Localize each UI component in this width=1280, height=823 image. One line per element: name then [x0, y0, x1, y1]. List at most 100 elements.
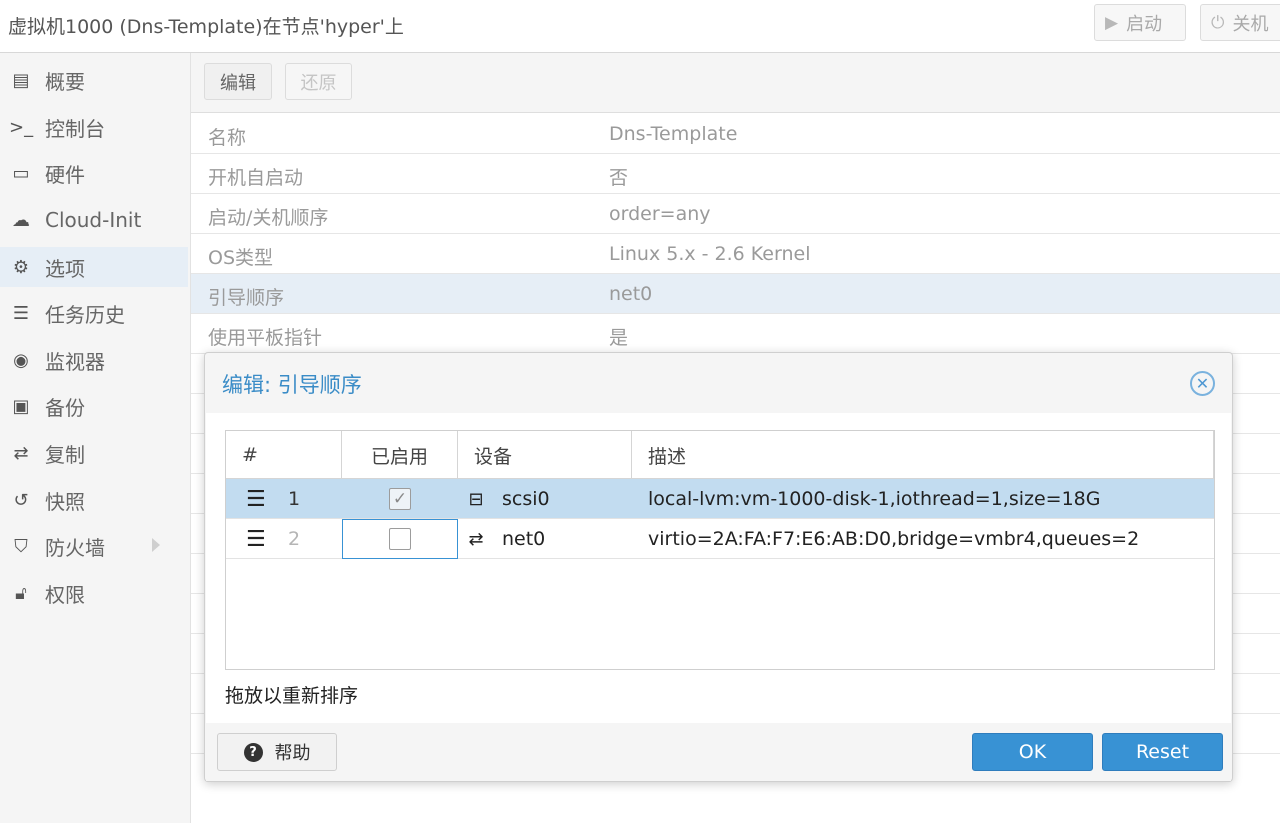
checkbox-empty-icon: [389, 528, 411, 550]
edit-button[interactable]: 编辑: [204, 63, 272, 100]
option-row[interactable]: OS类型 Linux 5.x - 2.6 Kernel: [191, 234, 1280, 274]
options-toolbar: 编辑 还原: [191, 53, 1280, 113]
option-row[interactable]: 开机自启动 否: [191, 154, 1280, 194]
table-row[interactable]: ☰ 2 ⇄ net0 virtio=2A:FA:F7:E6:AB:D0,brid…: [226, 519, 1214, 559]
dialog-title: 编辑: 引导顺序: [222, 373, 362, 397]
retweet-icon: ⇄: [13, 442, 29, 464]
sidebar-item-console[interactable]: >_ 控制台: [0, 107, 188, 147]
book-icon: ▤: [12, 69, 30, 91]
option-key: 引导顺序: [208, 287, 285, 309]
ok-button[interactable]: OK: [972, 733, 1093, 771]
enabled-checkbox[interactable]: ✓: [389, 479, 411, 519]
start-button[interactable]: ▶ 启动: [1094, 4, 1186, 41]
device-cell: ⊟ scsi0: [464, 479, 550, 519]
option-key: 名称: [208, 127, 247, 149]
sidebar-item-backup[interactable]: ▣ 备份: [0, 386, 188, 426]
sidebar-item-firewall[interactable]: ⛉ 防火墙: [0, 526, 188, 566]
dialog-body: # 已启用 设备 描述 ☰ 1 ✓ ⊟ scsi0 local-lvm:vm-1…: [206, 413, 1231, 723]
terminal-icon: >_: [9, 116, 34, 138]
option-value: 否: [609, 167, 629, 189]
close-icon[interactable]: ✕: [1190, 371, 1215, 396]
device-name: net0: [502, 528, 546, 550]
sidebar-item-label: 权限: [45, 582, 85, 607]
question-icon: ?: [243, 742, 263, 762]
window-title: 虚拟机1000 (Dns-Template)在节点'hyper'上: [8, 16, 404, 38]
option-row-selected[interactable]: 引导顺序 net0: [191, 274, 1280, 314]
reset-button[interactable]: Reset: [1102, 733, 1223, 771]
sidebar-item-options[interactable]: ⚙ 选项: [0, 247, 188, 287]
option-key: 使用平板指针: [208, 327, 323, 349]
expand-arrow-icon[interactable]: [152, 538, 160, 552]
row-number: 1: [288, 488, 301, 510]
option-row[interactable]: 启动/关机顺序 order=any: [191, 194, 1280, 234]
unlock-icon: 🔓︎: [15, 582, 27, 604]
shutdown-label: 关机: [1232, 13, 1269, 35]
boot-device-grid: # 已启用 设备 描述 ☰ 1 ✓ ⊟ scsi0 local-lvm:vm-1…: [225, 430, 1215, 670]
column-header-enabled[interactable]: 已启用: [342, 431, 458, 479]
checkmark-icon: ✓: [389, 488, 411, 510]
gear-icon: ⚙: [12, 256, 30, 278]
option-row[interactable]: 名称 Dns-Template: [191, 114, 1280, 154]
option-value: Linux 5.x - 2.6 Kernel: [609, 243, 811, 265]
list-icon: ☰: [12, 302, 30, 324]
device-description: virtio=2A:FA:F7:E6:AB:D0,bridge=vmbr4,qu…: [648, 528, 1140, 550]
option-key: 开机自启动: [208, 167, 304, 189]
option-row[interactable]: 使用平板指针 是: [191, 314, 1280, 354]
sidebar-item-summary[interactable]: ▤ 概要: [0, 60, 188, 100]
table-row[interactable]: ☰ 1 ✓ ⊟ scsi0 local-lvm:vm-1000-disk-1,i…: [226, 479, 1214, 519]
sidebar-item-label: 硬件: [45, 162, 85, 187]
sidebar-item-monitor[interactable]: ◉ 监视器: [0, 340, 188, 380]
help-button[interactable]: ? 帮助: [217, 733, 337, 771]
sidebar-item-replication[interactable]: ⇄ 复制: [0, 433, 188, 473]
history-icon: ↺: [13, 489, 29, 511]
option-value: order=any: [609, 203, 711, 225]
enabled-checkbox[interactable]: [389, 519, 411, 559]
dialog-footer: ? 帮助 OK Reset: [206, 723, 1231, 781]
sidebar-item-task-history[interactable]: ☰ 任务历史: [0, 293, 188, 333]
sidebar-item-label: 概要: [45, 69, 85, 94]
cloud-icon: ☁: [12, 209, 30, 231]
sidebar: ▤ 概要 >_ 控制台 ▭ 硬件 ☁ Cloud-Init ⚙ 选项 ☰ 任务历…: [0, 53, 191, 823]
column-header-device[interactable]: 设备: [458, 431, 632, 479]
option-key: OS类型: [208, 247, 274, 269]
eye-icon: ◉: [13, 349, 29, 371]
sidebar-item-permissions[interactable]: 🔓︎ 权限: [0, 573, 188, 613]
sidebar-item-label: 快照: [45, 489, 85, 514]
option-value: net0: [609, 283, 653, 305]
sidebar-item-label: 任务历史: [45, 302, 125, 327]
drag-handle-icon[interactable]: ☰: [246, 479, 266, 519]
start-label: 启动: [1126, 13, 1163, 35]
device-cell: ⇄ net0: [464, 519, 545, 559]
shield-icon: ⛉: [14, 535, 28, 557]
sidebar-item-label: 控制台: [45, 116, 105, 141]
shutdown-button[interactable]: ⏻ 关机: [1200, 4, 1280, 41]
drag-hint: 拖放以重新排序: [225, 685, 359, 707]
sidebar-item-label: 备份: [45, 395, 85, 420]
sidebar-item-label: Cloud-Init: [45, 208, 142, 232]
option-key: 启动/关机顺序: [208, 207, 329, 229]
sidebar-item-label: 选项: [45, 256, 85, 281]
help-label: 帮助: [274, 743, 311, 764]
revert-button[interactable]: 还原: [285, 63, 352, 100]
sidebar-item-hardware[interactable]: ▭ 硬件: [0, 153, 188, 193]
sidebar-item-label: 监视器: [45, 349, 105, 374]
row-number: 2: [288, 528, 301, 550]
exchange-icon: ⇄: [468, 528, 484, 550]
play-icon: ▶: [1105, 12, 1119, 33]
sidebar-item-snapshots[interactable]: ↺ 快照: [0, 480, 188, 520]
drag-handle-icon[interactable]: ☰: [246, 519, 266, 559]
sidebar-item-label: 复制: [45, 442, 85, 467]
grid-header: # 已启用 设备 描述: [226, 431, 1214, 479]
floppy-icon: ▣: [12, 395, 30, 417]
column-header-description[interactable]: 描述: [632, 431, 1214, 479]
option-value: Dns-Template: [609, 123, 738, 145]
sidebar-item-cloud-init[interactable]: ☁ Cloud-Init: [0, 200, 188, 240]
sidebar-item-label: 防火墙: [45, 535, 105, 560]
column-header-number[interactable]: #: [226, 431, 342, 479]
power-icon: ⏻: [1211, 12, 1225, 33]
device-name: scsi0: [502, 488, 550, 510]
option-value: 是: [609, 327, 629, 349]
top-bar: 虚拟机1000 (Dns-Template)在节点'hyper'上 ▶ 启动 ⏻…: [0, 0, 1280, 53]
device-description: local-lvm:vm-1000-disk-1,iothread=1,size…: [648, 488, 1101, 510]
boot-order-dialog: 编辑: 引导顺序 ✕ # 已启用 设备 描述 ☰ 1 ✓ ⊟ scsi0 loc…: [204, 352, 1233, 782]
